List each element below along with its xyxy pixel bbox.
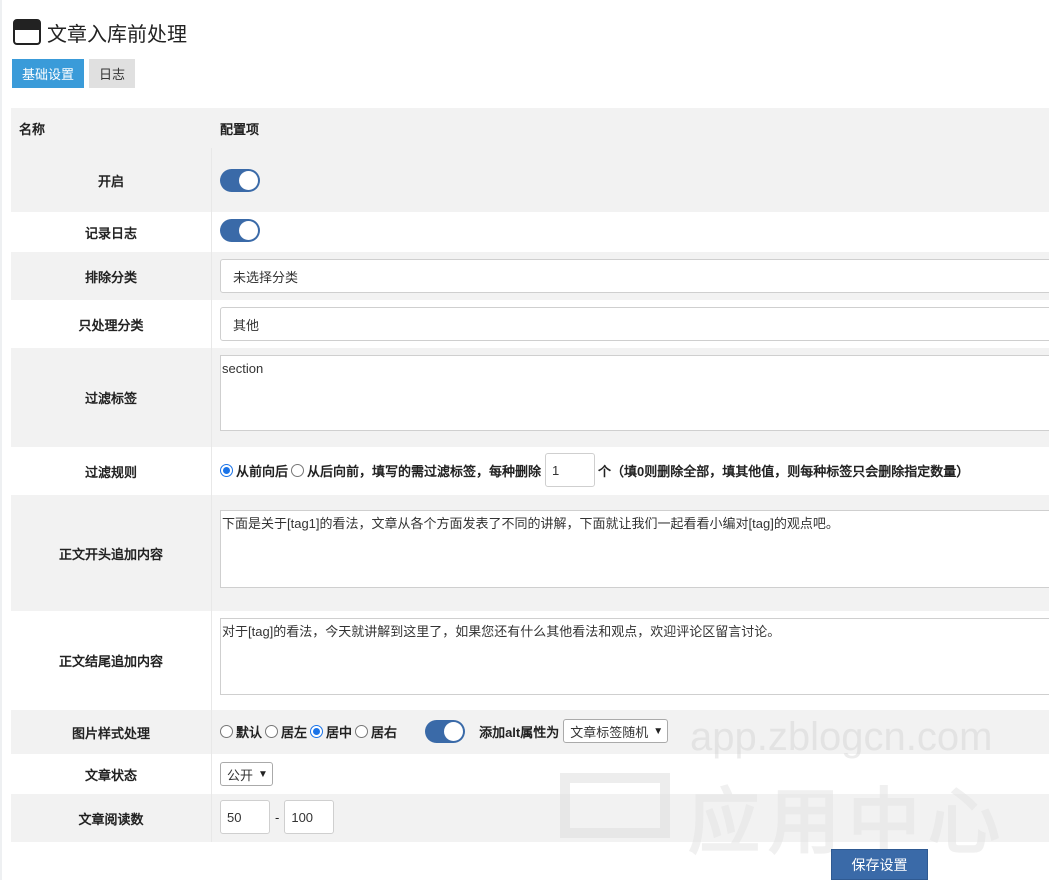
col-value-header: 配置项 — [220, 121, 260, 137]
radio-front-to-back[interactable] — [220, 463, 233, 477]
filter-rule-label: 过滤规则 — [11, 447, 212, 495]
opt-back-label: 从后向前 — [307, 463, 360, 479]
views-controls: 50 - 100 — [220, 800, 335, 834]
table-header: 名称 配置项 — [11, 108, 1049, 148]
views-label: 文章阅读数 — [11, 794, 212, 842]
row-enable: 开启 — [11, 148, 1049, 212]
window-icon — [13, 19, 41, 45]
row-filter-rule: 过滤规则 从前向后 从后向前 ，填写的需过滤标签，每种删除 1 个（填0则删除全… — [11, 447, 1049, 495]
page-header: 文章入库前处理 — [13, 17, 187, 47]
alt-select-value: 文章标签随机 — [570, 724, 649, 740]
tab-log[interactable]: 日志 — [89, 59, 136, 88]
radio-default[interactable] — [220, 724, 233, 738]
views-max-input[interactable]: 100 — [284, 800, 335, 834]
tab-bar: 基础设置 日志 — [12, 59, 140, 88]
prepend-label: 正文开头追加内容 — [11, 495, 212, 611]
opt-left-label: 居左 — [281, 724, 308, 740]
chevron-down-icon: ▼ — [653, 725, 664, 737]
views-min-input[interactable]: 50 — [220, 800, 270, 834]
status-label: 文章状态 — [11, 754, 212, 794]
opt-front-label: 从前向后 — [236, 463, 289, 479]
log-label: 记录日志 — [11, 212, 212, 252]
opt-right-label: 居右 — [371, 724, 398, 740]
log-switch[interactable] — [220, 219, 260, 242]
enable-switch[interactable] — [220, 169, 260, 192]
filter-tags-textarea[interactable]: section — [220, 355, 1049, 431]
filter-tags-label: 过滤标签 — [11, 348, 212, 447]
alt-select[interactable]: 文章标签随机 ▼ — [563, 719, 669, 743]
radio-left[interactable] — [265, 724, 279, 738]
row-image-style: 图片样式处理 默认 居左 居中 居右 添加alt属性为 文章标签随机 ▼ — [11, 710, 1049, 754]
col-name-header: 名称 — [19, 121, 46, 137]
filter-rule-controls: 从前向后 从后向前 ，填写的需过滤标签，每种删除 1 个（填0则删除全部，填其他… — [220, 453, 969, 487]
row-append: 正文结尾追加内容 对于[tag]的看法，今天就讲解到这里了，如果您还有什么其他看… — [11, 611, 1049, 710]
row-status: 文章状态 公开 ▼ — [11, 754, 1049, 794]
save-button[interactable]: 保存设置 — [831, 849, 928, 880]
row-filter-tags: 过滤标签 section — [11, 348, 1049, 447]
exclude-category-label: 排除分类 — [11, 252, 212, 300]
left-edge — [0, 0, 2, 880]
status-select[interactable]: 公开 ▼ — [220, 762, 273, 786]
enable-label: 开启 — [11, 148, 212, 212]
tab-basic-settings[interactable]: 基础设置 — [12, 59, 85, 88]
settings-table: 名称 配置项 开启 记录日志 排除分类 未选择分类 只处理分类 其他 过滤标签 … — [11, 108, 1049, 880]
status-controls: 公开 ▼ — [220, 762, 273, 786]
row-views: 文章阅读数 50 - 100 — [11, 794, 1049, 842]
opt-default-label: 默认 — [236, 724, 263, 740]
only-category-select[interactable]: 其他 — [220, 307, 1049, 341]
views-separator: - — [275, 809, 280, 825]
status-select-value: 公开 — [227, 767, 254, 783]
radio-back-to-front[interactable] — [291, 463, 305, 477]
opt-center-label: 居中 — [326, 724, 353, 740]
radio-center[interactable] — [310, 724, 324, 738]
alt-switch[interactable] — [425, 719, 466, 743]
append-textarea[interactable]: 对于[tag]的看法，今天就讲解到这里了，如果您还有什么其他看法和观点，欢迎评论… — [220, 618, 1049, 695]
alt-label: 添加alt属性为 — [479, 724, 560, 740]
row-prepend: 正文开头追加内容 下面是关于[tag1]的看法，文章从各个方面发表了不同的讲解，… — [11, 495, 1049, 611]
only-category-label: 只处理分类 — [11, 300, 212, 348]
row-log: 记录日志 — [11, 212, 1049, 252]
filter-rule-text-before: ，填写的需过滤标签，每种删除 — [359, 463, 542, 479]
row-only-category: 只处理分类 其他 — [11, 300, 1049, 348]
radio-right[interactable] — [355, 724, 369, 738]
image-style-controls: 默认 居左 居中 居右 添加alt属性为 文章标签随机 ▼ — [220, 718, 669, 744]
image-style-label: 图片样式处理 — [11, 710, 212, 754]
page-title: 文章入库前处理 — [47, 23, 187, 46]
filter-rule-text-after: 个（填0则删除全部，填其他值，则每种标签只会删除指定数量） — [598, 463, 970, 479]
exclude-category-select[interactable]: 未选择分类 — [220, 259, 1049, 293]
row-exclude-category: 排除分类 未选择分类 — [11, 252, 1049, 300]
chevron-down-icon: ▼ — [258, 768, 268, 780]
prepend-textarea[interactable]: 下面是关于[tag1]的看法，文章从各个方面发表了不同的讲解，下面就让我们一起看… — [220, 510, 1049, 588]
append-label: 正文结尾追加内容 — [11, 611, 212, 710]
delete-count-input[interactable]: 1 — [545, 453, 596, 487]
